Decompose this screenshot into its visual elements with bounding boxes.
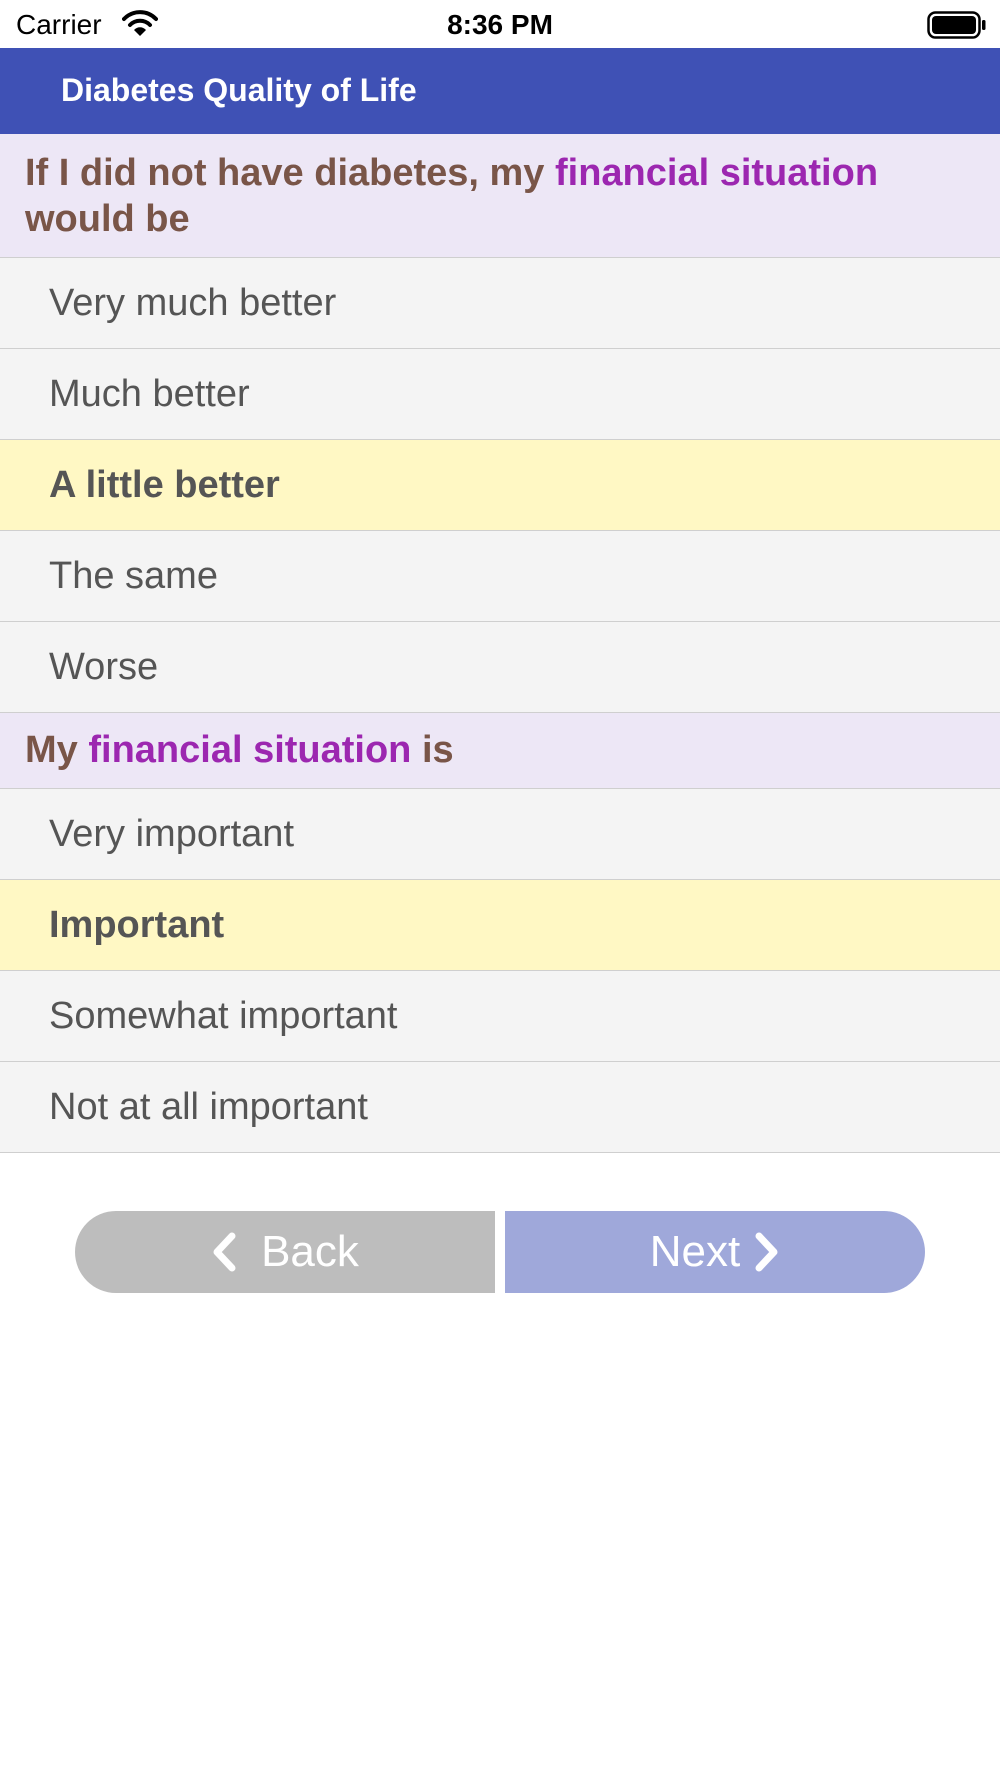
chevron-right-icon [754,1232,780,1272]
answer-option[interactable]: Somewhat important [0,971,1000,1062]
questionnaire: If I did not have diabetes, my financial… [0,134,1000,1153]
question-text-end: is [411,729,454,771]
question-text: My [25,729,89,771]
answer-option[interactable]: The same [0,531,1000,622]
page-title: Diabetes Quality of Life [61,72,417,108]
next-button[interactable]: Next [505,1211,925,1293]
question-header: My financial situation is [0,713,1000,789]
navigation-buttons: Back Next [0,1211,1000,1293]
answer-option[interactable]: Not at all important [0,1062,1000,1153]
answer-option[interactable]: Very much better [0,258,1000,349]
next-button-label: Next [649,1227,741,1276]
back-button-label: Back [261,1227,359,1276]
answer-option[interactable]: Very important [0,789,1000,880]
question-highlight: financial situation [88,729,412,771]
answer-option-selected[interactable]: Important [0,880,1000,971]
back-button[interactable]: Back [75,1211,495,1293]
chevron-left-icon [211,1232,237,1272]
answer-option[interactable]: Much better [0,349,1000,440]
answer-option-selected[interactable]: A little better [0,440,1000,531]
battery-icon [927,11,987,44]
question-highlight: financial situation [555,152,879,194]
question-text-end: would be [25,198,190,240]
question-text: If I did not have diabetes, my [25,152,555,194]
question-header: If I did not have diabetes, my financial… [0,134,1000,258]
status-bar: Carrier 8:36 PM [0,0,1000,48]
answer-option[interactable]: Worse [0,622,1000,713]
clock: 8:36 PM [447,9,553,40]
navigation-bar: Diabetes Quality of Life [0,48,1000,134]
